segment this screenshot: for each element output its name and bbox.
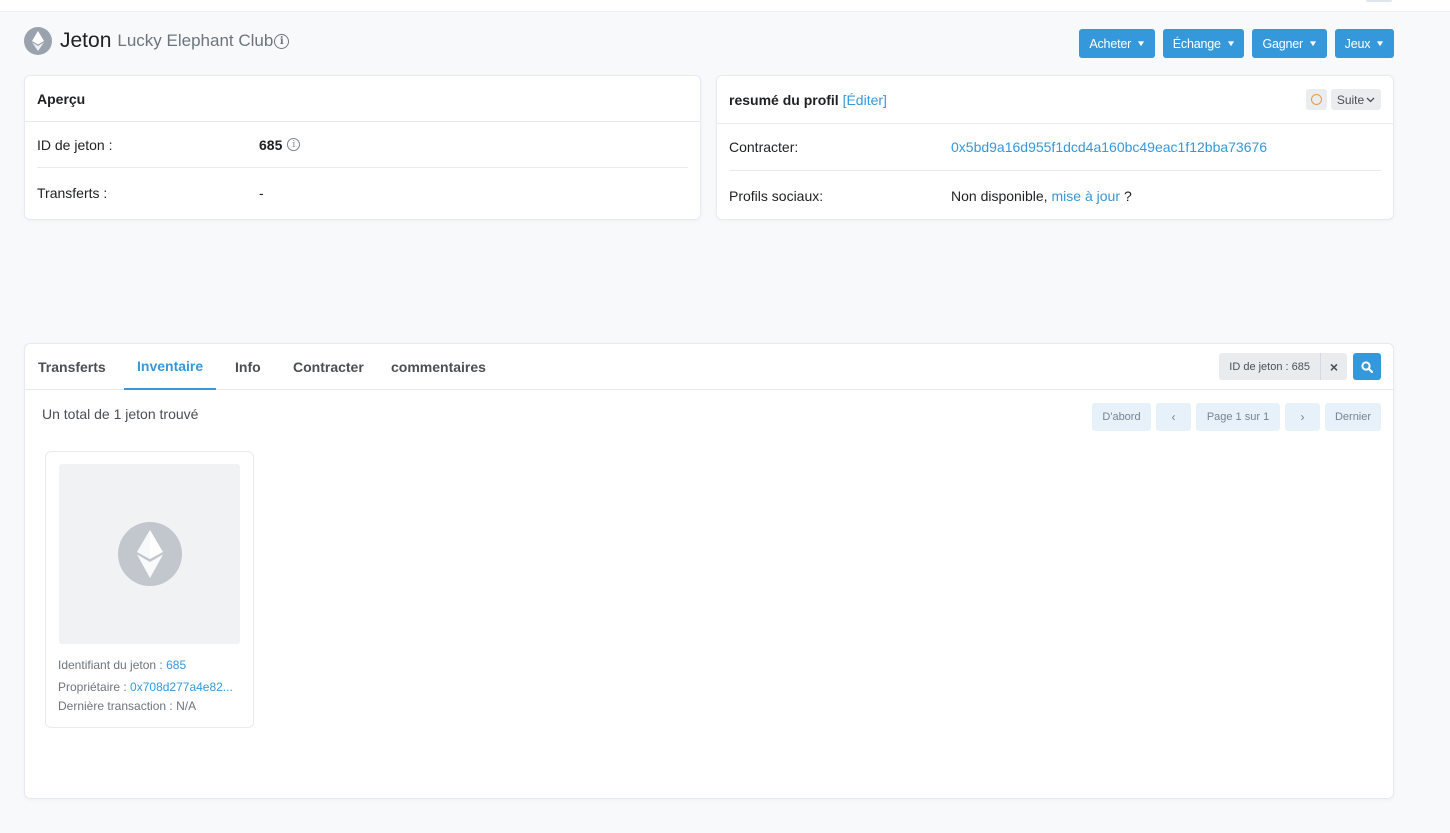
more-label: Suite	[1336, 92, 1365, 107]
nft-owner-link[interactable]: 0x708d277a4e82...	[130, 680, 233, 694]
tab-contract[interactable]: Contracter	[293, 344, 364, 390]
search-icon	[1361, 360, 1373, 373]
page-indicator: Page 1 sur 1	[1196, 403, 1280, 431]
status-button[interactable]	[1306, 89, 1327, 110]
clear-filter-icon[interactable]: ×	[1321, 353, 1347, 380]
last-page-button[interactable]: Dernier	[1325, 403, 1381, 431]
tab-inventory[interactable]: Inventaire	[124, 344, 217, 390]
search-button[interactable]	[1353, 353, 1381, 380]
buy-button-label: Acheter	[1089, 36, 1132, 51]
tab-transfers[interactable]: Transferts	[38, 344, 106, 390]
games-button-label: Jeux	[1344, 36, 1371, 51]
top-navbar-edge	[0, 0, 1450, 12]
token-id-label: ID de jeton :	[37, 136, 113, 153]
update-link[interactable]: mise à jour	[1052, 188, 1120, 204]
profile-card-title: resumé du profil	[729, 91, 839, 108]
exchange-dropdown-button[interactable]: Échange ▼	[1162, 29, 1245, 58]
more-dropdown-button[interactable]: Suite	[1331, 89, 1381, 110]
tab-comments[interactable]: commentaires	[391, 344, 486, 390]
edit-profile-link[interactable]: [Éditer]	[843, 92, 887, 108]
chevron-down-icon	[1366, 97, 1375, 102]
transfers-label: Transferts :	[37, 185, 108, 201]
social-profiles-label: Profils sociaux:	[729, 187, 824, 204]
contract-address-link[interactable]: 0x5bd9a16d955f1dcd4a160bc49eac1f12bba736…	[951, 139, 1267, 155]
transfers-value: -	[259, 185, 264, 201]
page-title: Jeton	[60, 29, 112, 52]
token-id-filter-chip: ID de jeton : 685 ×	[1219, 353, 1347, 380]
earn-dropdown-button[interactable]: Gagner ▼	[1252, 29, 1327, 58]
contract-row: Contracter: 0x5bd9a16d955f1dcd4a160bc49e…	[729, 124, 1381, 171]
ethereum-logo-icon	[24, 27, 52, 55]
overview-card-title: Aperçu	[25, 76, 700, 122]
nft-token-id-link[interactable]: 685	[166, 658, 186, 672]
page-header: Jeton Lucky Elephant Club i	[24, 26, 290, 56]
earn-button-label: Gagner	[1262, 36, 1303, 51]
ethereum-placeholder-icon	[117, 522, 182, 586]
profile-summary-card: resumé du profil [Éditer] Suite Contract…	[716, 75, 1394, 220]
contract-label: Contracter:	[729, 139, 799, 155]
social-profiles-row: Profils sociaux: Non disponible, mise à …	[729, 171, 1381, 220]
social-profiles-value: Non disponible,	[951, 187, 1048, 204]
filter-chip-text: ID de jeton : 685	[1219, 353, 1321, 380]
navbar-nub	[1366, 0, 1392, 2]
info-icon[interactable]: i	[274, 33, 290, 49]
tab-info[interactable]: Info	[235, 344, 261, 390]
next-page-button[interactable]: ›	[1285, 403, 1320, 431]
status-circle-icon	[1311, 94, 1322, 105]
nft-last-tx-line: Dernière transaction : N/A	[58, 699, 196, 713]
first-page-button[interactable]: D'abord	[1092, 403, 1151, 431]
transfers-row: Transferts : -	[37, 168, 688, 218]
nft-last-tx-value: N/A	[176, 699, 197, 713]
chevron-down-icon: ▼	[1225, 39, 1236, 48]
collection-name[interactable]: Lucky Elephant Club	[117, 31, 273, 51]
total-tokens-text: Un total de 1 jeton trouvé	[42, 406, 199, 422]
prev-page-button[interactable]: ‹	[1156, 403, 1191, 431]
nft-token-id-line: Identifiant du jeton : 685	[58, 658, 186, 672]
nft-last-tx-label: Dernière transaction :	[58, 699, 173, 713]
games-dropdown-button[interactable]: Jeux ▼	[1334, 29, 1394, 58]
chevron-down-icon: ▼	[1375, 39, 1386, 48]
buy-dropdown-button[interactable]: Acheter ▼	[1079, 29, 1155, 58]
profile-card-header: resumé du profil [Éditer] Suite	[717, 76, 1393, 124]
chevron-down-icon: ▼	[1307, 39, 1318, 48]
nft-owner-line: Propriétaire : 0x708d277a4e82...	[58, 680, 233, 694]
overview-card: Aperçu ID de jeton : 685 i Transferts : …	[24, 75, 701, 220]
nft-owner-label: Propriétaire :	[58, 680, 127, 694]
pagination: D'abord ‹ Page 1 sur 1 › Dernier	[1092, 403, 1381, 431]
nft-token-id-label: Identifiant du jeton :	[58, 658, 163, 672]
tab-bar: Transferts Inventaire Info Contracter co…	[25, 344, 1393, 390]
info-icon[interactable]: i	[287, 138, 301, 151]
nft-image-placeholder[interactable]	[59, 464, 240, 644]
exchange-button-label: Échange	[1172, 36, 1221, 51]
nft-item-card: Identifiant du jeton : 685 Propriétaire …	[45, 451, 254, 728]
header-buttons: Acheter ▼ Échange ▼ Gagner ▼ Jeux ▼	[1079, 29, 1394, 58]
chevron-down-icon: ▼	[1135, 39, 1146, 48]
tabs-card: Transferts Inventaire Info Contracter co…	[24, 343, 1394, 799]
question-mark: ?	[1123, 187, 1132, 204]
token-id-row: ID de jeton : 685 i	[37, 122, 688, 168]
token-id-value: 685	[259, 136, 283, 153]
